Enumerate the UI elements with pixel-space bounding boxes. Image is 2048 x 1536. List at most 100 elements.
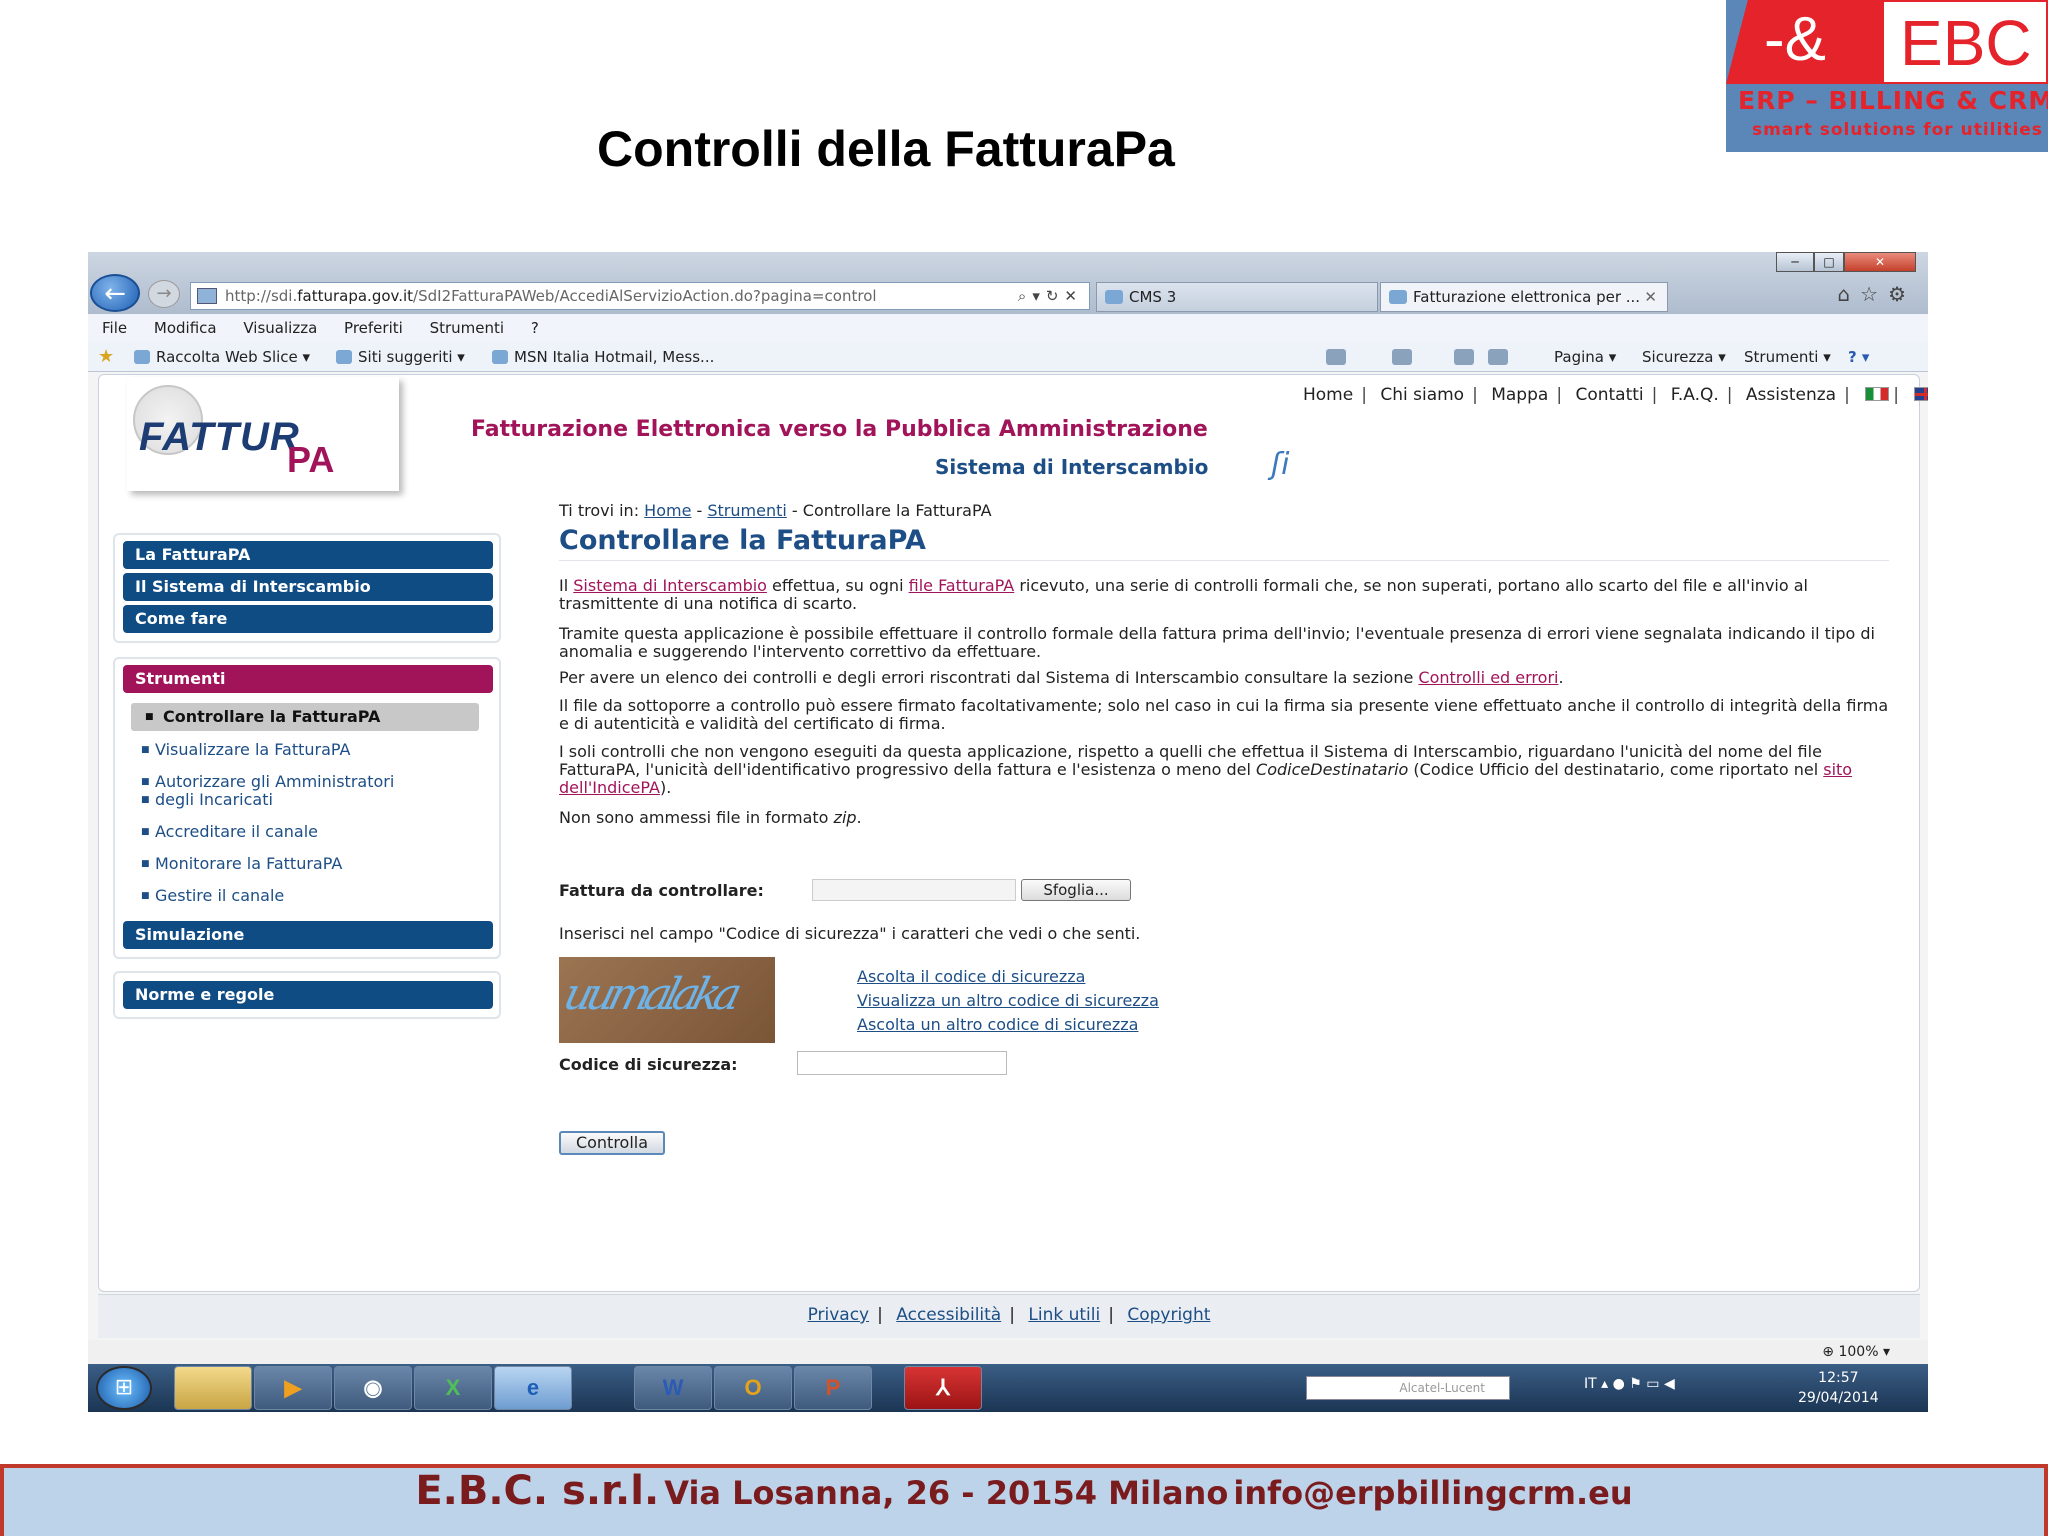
file-input[interactable]: [812, 879, 1016, 901]
captcha-listen-link[interactable]: Ascolta il codice di sicurezza: [857, 967, 1085, 986]
menu-visualizza[interactable]: Visualizza: [243, 319, 317, 337]
taskbar-search[interactable]: Alcatel-Lucent: [1306, 1376, 1510, 1400]
menu-help[interactable]: ?: [531, 319, 539, 337]
cmd-label: Strumenti: [1744, 348, 1819, 366]
security-code-input[interactable]: [797, 1051, 1007, 1075]
fatturapa-logo[interactable]: FATTUR PA: [127, 377, 399, 491]
favorites-bar: ★ Raccolta Web Slice ▾ Siti suggeriti ▾ …: [88, 342, 1928, 372]
excel-taskbar-icon[interactable]: X: [414, 1366, 492, 1410]
home-icon[interactable]: [1326, 349, 1346, 365]
address-bar[interactable]: http://sdi.fatturapa.gov.it/SdI2FatturaP…: [190, 282, 1090, 310]
top-link-home[interactable]: Home: [1299, 385, 1357, 405]
chrome-taskbar-icon[interactable]: ◉: [334, 1366, 412, 1410]
controlla-button[interactable]: Controlla: [559, 1131, 665, 1155]
fav-siti-suggeriti[interactable]: Siti suggeriti ▾: [336, 342, 465, 372]
menu-modifica[interactable]: Modifica: [154, 319, 217, 337]
p1-text-b: effettua, su ogni: [772, 576, 904, 595]
outlook-taskbar-icon[interactable]: O: [714, 1366, 792, 1410]
captcha-image: uumalaka: [559, 957, 775, 1043]
sidebar-item-gestire[interactable]: Gestire il canale: [141, 887, 284, 906]
fav-label: Siti suggeriti: [358, 348, 453, 366]
top-link-contatti[interactable]: Contatti: [1571, 385, 1647, 405]
logo-a: A: [308, 439, 335, 480]
powerpoint-taskbar-icon[interactable]: P: [794, 1366, 872, 1410]
maximize-button[interactable]: □: [1814, 252, 1844, 272]
footer-link-privacy[interactable]: Privacy: [808, 1305, 870, 1325]
cmd-strumenti[interactable]: Strumenti ▾: [1744, 342, 1831, 372]
link-file-fatturapa[interactable]: file FatturaPA: [909, 576, 1015, 595]
sidebar-item-sistema-interscambio[interactable]: Il Sistema di Interscambio: [123, 573, 493, 601]
feed-icon[interactable]: [1392, 349, 1412, 365]
footer-email: info@erpbillingcrm.eu: [1233, 1474, 1633, 1512]
page-tab-icon: [1389, 290, 1407, 304]
mail-icon[interactable]: [1454, 349, 1474, 365]
word-taskbar-icon[interactable]: W: [634, 1366, 712, 1410]
ie-taskbar-icon[interactable]: e: [494, 1366, 572, 1410]
tab-fatturazione[interactable]: Fatturazione elettronica per ... ✕: [1380, 282, 1668, 312]
link-controlli-errori[interactable]: Controlli ed errori: [1418, 668, 1558, 687]
sidebar-item-monitorare[interactable]: Monitorare la FatturaPA: [141, 855, 342, 874]
sidebar-item-simulazione[interactable]: Simulazione: [123, 921, 493, 949]
sidebar-item-controllare[interactable]: Controllare la FatturaPA: [131, 703, 479, 731]
sidebar-item-la-fatturapa[interactable]: La FatturaPA: [123, 541, 493, 569]
forward-button[interactable]: →: [148, 280, 180, 308]
breadcrumb-strumenti[interactable]: Strumenti: [707, 501, 786, 520]
close-window-button[interactable]: ✕: [1844, 252, 1916, 272]
footer-link-link-utili[interactable]: Link utili: [1028, 1305, 1100, 1325]
fav-msn[interactable]: MSN Italia Hotmail, Mess...: [492, 342, 714, 372]
sidebar-item-autorizzare[interactable]: Autorizzare gli Amministratori: [141, 773, 394, 792]
fav-web-slice[interactable]: Raccolta Web Slice ▾: [134, 342, 310, 372]
sidebar-item-autorizzare-cont[interactable]: degli Incaricati: [141, 791, 273, 810]
italian-flag-icon[interactable]: [1865, 387, 1890, 401]
captcha-new-image-link[interactable]: Visualizza un altro codice di sicurezza: [857, 991, 1159, 1010]
captcha-new-audio-link[interactable]: Ascolta un altro codice di sicurezza: [857, 1015, 1138, 1034]
top-link-chi-siamo[interactable]: Chi siamo: [1376, 385, 1468, 405]
browser-right-icons[interactable]: ⌂☆⚙: [1837, 282, 1916, 306]
footer-link-copyright[interactable]: Copyright: [1127, 1305, 1210, 1325]
p3-text-a: Per avere un elenco dei controlli e degl…: [559, 668, 1414, 687]
sidebar-header-strumenti[interactable]: Strumenti: [123, 665, 493, 693]
sidebar-item-visualizzare[interactable]: Visualizzare la FatturaPA: [141, 741, 351, 760]
cmd-pagina[interactable]: Pagina ▾: [1554, 342, 1616, 372]
english-flag-icon[interactable]: [1914, 387, 1928, 401]
explorer-taskbar-icon[interactable]: [174, 1366, 252, 1410]
address-tools-icons[interactable]: ⌕▾↻✕: [1018, 283, 1083, 309]
tab-close-icon[interactable]: ✕: [1644, 283, 1657, 311]
gear-icon[interactable]: ⚙: [1888, 282, 1916, 306]
tab-cms[interactable]: CMS 3: [1096, 282, 1378, 312]
sidebar-item-norme[interactable]: Norme e regole: [123, 981, 493, 1009]
logo-p: P: [287, 439, 309, 480]
menu-preferiti[interactable]: Preferiti: [344, 319, 403, 337]
media-player-taskbar-icon[interactable]: ▶: [254, 1366, 332, 1410]
breadcrumb-home[interactable]: Home: [644, 501, 691, 520]
cmd-sicurezza[interactable]: Sicurezza ▾: [1642, 342, 1726, 372]
zoom-level[interactable]: ⊕ 100% ▾: [1822, 1340, 1890, 1364]
top-link-mappa[interactable]: Mappa: [1487, 385, 1552, 405]
favorites-star-icon[interactable]: ★: [98, 342, 114, 372]
print-icon[interactable]: [1488, 349, 1508, 365]
link-sistema-interscambio[interactable]: Sistema di Interscambio: [573, 576, 767, 595]
security-code-label: Codice di sicurezza:: [559, 1055, 738, 1074]
menu-file[interactable]: File: [102, 319, 127, 337]
help-icon[interactable]: ? ▾: [1848, 342, 1869, 372]
minimize-button[interactable]: ─: [1776, 252, 1814, 272]
top-link-faq[interactable]: F.A.Q.: [1667, 385, 1723, 405]
menu-strumenti[interactable]: Strumenti: [430, 319, 504, 337]
sidebar-item-come-fare[interactable]: Come fare: [123, 605, 493, 633]
browse-button[interactable]: Sfoglia...: [1021, 879, 1131, 901]
footer-link-accessibilita[interactable]: Accessibilità: [896, 1305, 1001, 1325]
sidebar-group-norme: Norme e regole: [113, 971, 501, 1019]
system-clock[interactable]: 12:57 29/04/2014: [1798, 1368, 1879, 1408]
home-icon[interactable]: ⌂: [1837, 282, 1860, 306]
tray-icons[interactable]: ▴ ● ⚑ ▭ ◀: [1601, 1376, 1675, 1392]
acrobat-taskbar-icon[interactable]: ⅄: [904, 1366, 982, 1410]
language-indicator[interactable]: IT: [1584, 1376, 1597, 1392]
paragraph-1: Il Sistema di Interscambio effettua, su …: [559, 577, 1889, 613]
top-link-assistenza[interactable]: Assistenza: [1742, 385, 1840, 405]
sidebar-item-accreditare[interactable]: Accreditare il canale: [141, 823, 318, 842]
url-prefix: http://sdi.: [225, 287, 298, 305]
back-button[interactable]: ←: [90, 274, 140, 312]
start-button[interactable]: ⊞: [96, 1366, 152, 1410]
favorites-star-icon[interactable]: ☆: [1860, 282, 1888, 306]
cmd-label: Sicurezza: [1642, 348, 1714, 366]
